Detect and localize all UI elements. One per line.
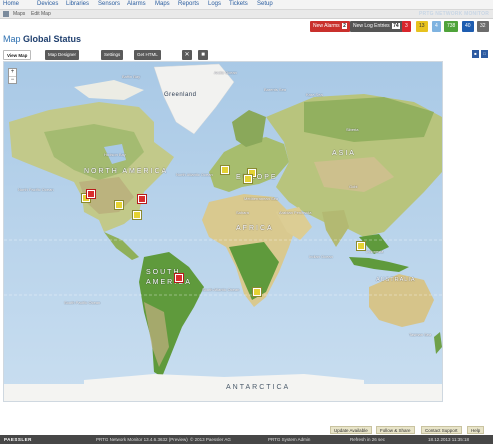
world-map[interactable]: + − Greenland Baffin Bay Hudson Bay NORT… (3, 61, 443, 402)
top-navigation: Home Devices Libraries Sensors Alarms Ma… (0, 0, 493, 10)
follow-share-button[interactable]: Follow & Share (376, 426, 415, 434)
warning-status-icon (222, 167, 228, 173)
label-indonesia: Indonesia (366, 249, 384, 254)
zoom-control: + − (8, 68, 17, 84)
home-icon[interactable] (3, 11, 9, 17)
delete-icon[interactable]: ✕ (182, 50, 192, 60)
new-alarms-badge[interactable]: New Alarms 2 (310, 21, 350, 32)
label-sahara: Sahara (236, 210, 249, 215)
map-marker-east-us[interactable] (137, 194, 147, 204)
nav-reports[interactable]: Reports (178, 1, 199, 7)
clone-icon[interactable]: ■ (198, 50, 208, 60)
brand-title: PRTG NETWORK MONITOR (418, 11, 489, 17)
warning-status-icon (116, 202, 122, 208)
down-status-icon (176, 275, 182, 281)
status-bar: New Alarms 2 New Log Entries 74 3 13 4 7… (0, 21, 493, 32)
nav-tickets[interactable]: Tickets (229, 1, 248, 7)
footer-actions: Update Available Follow & Share Contact … (0, 426, 493, 434)
map-designer-button[interactable]: Map Designer (45, 50, 80, 60)
warning-status-icon (254, 289, 260, 295)
map-marker-south-africa[interactable] (252, 287, 262, 297)
label-antarctica: ANTARCTICA (226, 384, 291, 391)
unusual-sensors-badge[interactable]: 4 (432, 21, 441, 32)
print-icon[interactable]: ■ (472, 50, 479, 58)
breadcrumb-edit-map[interactable]: Edit Map (31, 11, 51, 17)
paused-sensors-badge[interactable]: 40 (462, 21, 474, 32)
copyright-text: © 2013 Paessler AG (190, 437, 231, 442)
map-marker-uk[interactable] (220, 165, 230, 175)
unknown-sensors-badge[interactable]: 32 (477, 21, 489, 32)
breadcrumb-maps[interactable]: Maps (13, 11, 25, 17)
nav-sensors[interactable]: Sensors (98, 1, 120, 7)
map-marker-central-us[interactable] (114, 200, 124, 210)
warning-status-icon (134, 212, 140, 218)
label-mediterranean: Mediterranean Sea (244, 196, 279, 201)
nav-setup[interactable]: Setup (257, 1, 273, 7)
view-map-tab[interactable]: View Map (3, 50, 32, 60)
nav-libraries[interactable]: Libraries (66, 1, 89, 7)
refresh-timer[interactable]: Refresh in 26 sec (350, 437, 385, 442)
zoom-out-button[interactable]: − (9, 76, 16, 83)
label-arctic-ocean: Arctic Ocean (214, 70, 237, 75)
label-arabian-peninsula: Arabian Peninsula (279, 210, 312, 215)
warning-status-icon (358, 243, 364, 249)
label-asia: ASIA (332, 150, 356, 157)
page-title: Map Global Status (3, 34, 82, 44)
contact-support-button[interactable]: Contact Support (421, 426, 462, 434)
page-tools: ■ □ (472, 50, 490, 60)
update-available-button[interactable]: Update Available (330, 426, 372, 434)
label-south-pacific: South Pacific Ocean (64, 300, 101, 305)
down-sensors-badge[interactable]: 3 (402, 21, 411, 32)
map-toolbar: View Map Map Designer Settings Get HTML … (3, 50, 208, 60)
map-marker-central-europe[interactable] (243, 174, 253, 184)
get-html-button[interactable]: Get HTML (134, 50, 161, 60)
label-north-america: NORTH AMERICA (84, 168, 169, 175)
warning-sensors-badge[interactable]: 13 (416, 21, 428, 32)
down-status-icon (139, 196, 145, 202)
nav-logs[interactable]: Logs (208, 1, 221, 7)
label-australia: AUSTRALIA (376, 277, 416, 283)
label-africa: AFRICA (236, 225, 274, 232)
nav-maps[interactable]: Maps (155, 1, 170, 7)
user-name[interactable]: PRTG System Admin (268, 437, 310, 442)
help-button[interactable]: Help (467, 426, 485, 434)
down-status-icon (88, 191, 94, 197)
label-barents-sea: Barents Sea (264, 87, 287, 92)
map-marker-west-us-down[interactable] (86, 189, 96, 199)
label-north-pacific: North Pacific Ocean (18, 187, 54, 192)
label-south-atlantic: South Atlantic Ocean (202, 287, 240, 292)
up-sensors-badge[interactable]: 738 (444, 21, 459, 32)
nav-home[interactable]: Home (3, 1, 19, 7)
version-text: PRTG Network Monitor 13.4.6.3632 (Previe… (96, 437, 188, 442)
world-map-graphic (4, 62, 442, 401)
paessler-logo: PAESSLER (4, 437, 32, 442)
footer-bar: PAESSLER PRTG Network Monitor 13.4.6.363… (0, 435, 493, 444)
label-greenland: Greenland (164, 92, 197, 98)
fullscreen-icon[interactable]: □ (481, 50, 488, 58)
label-tasman-sea: Tasman Sea (409, 332, 432, 337)
label-indian-ocean: Indian Ocean (309, 254, 333, 259)
label-gobi: Gobi (349, 184, 358, 189)
warning-status-icon (245, 176, 251, 182)
label-baffin-bay: Baffin Bay (122, 74, 141, 79)
label-hudson-bay: Hudson Bay (104, 152, 126, 157)
map-marker-singapore[interactable] (356, 241, 366, 251)
settings-button[interactable]: Settings (101, 50, 124, 60)
zoom-in-button[interactable]: + (9, 69, 16, 76)
nav-devices[interactable]: Devices (37, 1, 58, 7)
label-siberia: Siberia (346, 127, 359, 132)
label-north-atlantic: North Atlantic Ocean (176, 172, 213, 177)
label-kara-sea: Kara Sea (306, 92, 323, 97)
datetime-text: 18.12.2013 11:35:18 (428, 437, 469, 442)
new-log-entries-badge[interactable]: New Log Entries 74 (350, 21, 403, 32)
map-marker-brazil[interactable] (174, 273, 184, 283)
map-marker-south-us[interactable] (132, 210, 142, 220)
nav-alarms[interactable]: Alarms (127, 1, 146, 7)
